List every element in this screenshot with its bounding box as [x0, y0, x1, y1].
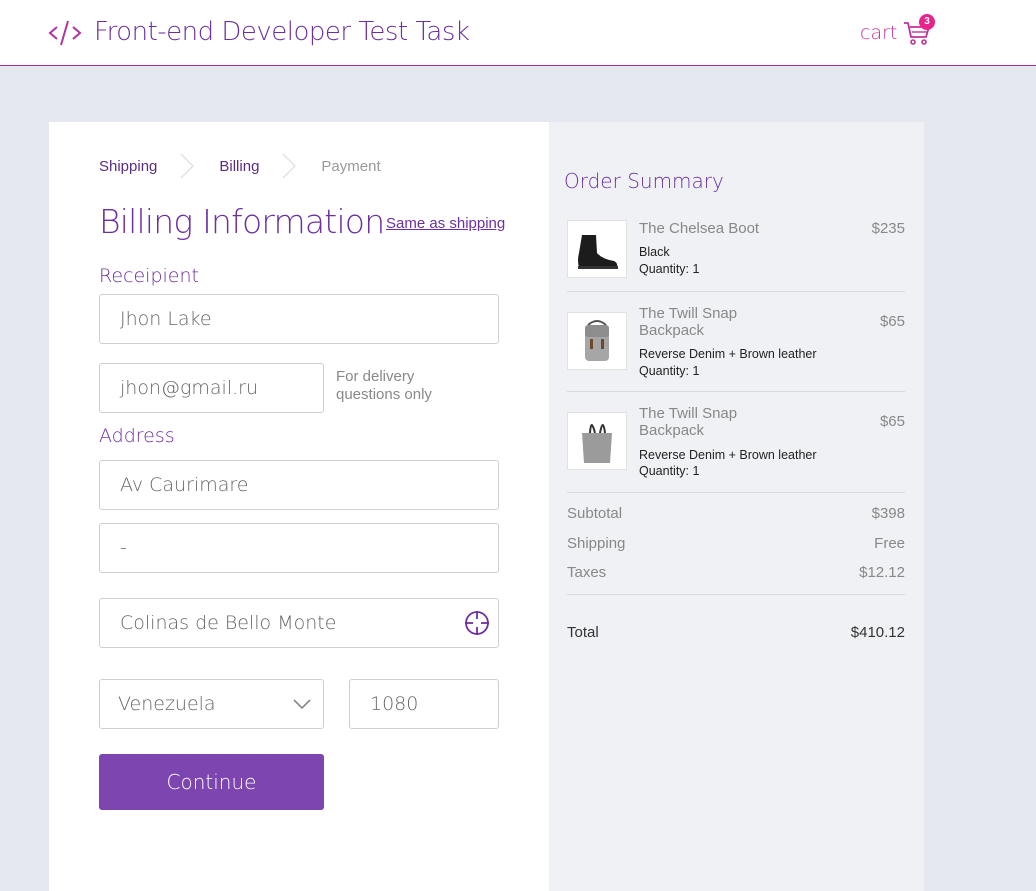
total-value: $410.12: [850, 624, 905, 641]
email-hint: For delivery questions only: [336, 368, 432, 403]
taxes-row: Taxes $12.12: [567, 564, 905, 581]
item-quantity: Quantity: 1: [639, 464, 700, 478]
divider: [567, 391, 905, 392]
address-label: Address: [99, 425, 175, 447]
total-row: Total $410.12: [567, 624, 905, 641]
same-as-shipping-link[interactable]: Same as shipping: [386, 215, 505, 232]
street-input-value: Av Caurimare: [120, 474, 249, 496]
chevron-right-icon: [180, 153, 195, 179]
street-input[interactable]: Av Caurimare: [99, 460, 499, 510]
subtotal-row: Subtotal $398: [567, 505, 905, 522]
divider: [567, 291, 905, 292]
item-name: The Chelsea Boot: [639, 220, 760, 237]
app-title: Front-end Developer Test Task: [94, 17, 470, 47]
recipient-label: Receipient: [99, 265, 199, 287]
page-title: Billing Information: [99, 202, 385, 241]
locate-target-icon[interactable]: [464, 610, 490, 636]
taxes-label: Taxes: [567, 564, 607, 581]
item-quantity: Quantity: 1: [639, 262, 700, 276]
subtotal-label: Subtotal: [567, 505, 623, 522]
item-price: $235: [871, 220, 905, 237]
shipping-row: Shipping Free: [567, 535, 905, 552]
zip-input[interactable]: 1080: [349, 679, 499, 729]
city-input-value: Colinas de Bello Monte: [120, 612, 337, 634]
street2-input[interactable]: -: [99, 523, 499, 573]
item-variant: Reverse Denim + Brown leather: [639, 347, 817, 361]
item-quantity: Quantity: 1: [639, 364, 700, 378]
name-input-value: Jhon Lake: [120, 308, 212, 330]
breadcrumb: Shipping Billing Payment: [99, 152, 381, 180]
item-variant: Black: [639, 245, 670, 259]
cart-label: cart: [860, 22, 898, 44]
item-price: $65: [879, 413, 905, 430]
order-item: The Twill Snap Backpack $65 Reverse Deni…: [567, 305, 905, 378]
divider: [567, 594, 905, 595]
order-summary-title: Order Summary: [564, 169, 724, 193]
billing-form-panel: Shipping Billing Payment Billing Informa…: [49, 122, 549, 891]
tote-image: [567, 412, 627, 470]
chevron-down-icon: [293, 699, 311, 710]
subtotal-value: $398: [871, 505, 905, 522]
cart-count-badge: 3: [919, 14, 935, 30]
zip-input-value: 1080: [370, 693, 419, 715]
code-logo-icon: [48, 20, 82, 46]
backpack-image: [567, 312, 627, 370]
divider: [567, 492, 905, 493]
total-label: Total: [567, 624, 599, 641]
country-select[interactable]: Venezuela: [99, 679, 324, 729]
order-item: The Chelsea Boot $235 Black Quantity: 1: [567, 220, 905, 280]
breadcrumb-billing[interactable]: Billing: [219, 158, 259, 175]
chevron-right-icon: [282, 153, 297, 179]
item-variant: Reverse Denim + Brown leather: [639, 448, 817, 462]
name-input[interactable]: Jhon Lake: [99, 294, 499, 344]
order-item: The Twill Snap Backpack $65 Reverse Deni…: [567, 405, 905, 478]
boot-image: [567, 220, 627, 278]
city-input[interactable]: Colinas de Bello Monte: [99, 598, 499, 648]
continue-button[interactable]: Continue: [99, 754, 324, 810]
item-price: $65: [879, 313, 905, 330]
breadcrumb-shipping[interactable]: Shipping: [99, 158, 157, 175]
item-name: The Twill Snap Backpack: [639, 405, 738, 439]
email-input-value: jhon@gmail.ru: [120, 377, 258, 399]
app-header: Front-end Developer Test Task cart 3: [0, 0, 1036, 66]
item-name: The Twill Snap Backpack: [639, 305, 738, 339]
order-summary-panel: Order Summary The Chelsea Boot $235 Blac…: [549, 122, 924, 891]
breadcrumb-payment[interactable]: Payment: [321, 158, 380, 175]
shipping-value: Free: [874, 535, 905, 552]
email-input[interactable]: jhon@gmail.ru: [99, 363, 324, 413]
taxes-value: $12.12: [859, 564, 905, 581]
country-select-value: Venezuela: [118, 693, 216, 715]
street2-input-value: -: [120, 537, 127, 559]
shipping-label: Shipping: [567, 535, 626, 552]
